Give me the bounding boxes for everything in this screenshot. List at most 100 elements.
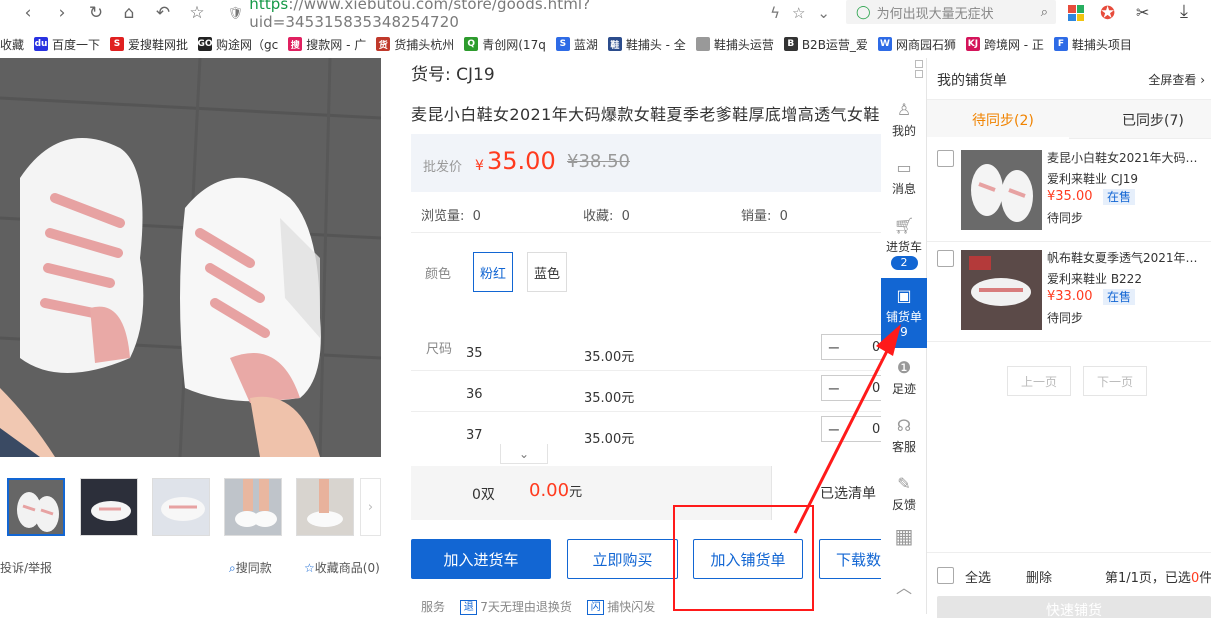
bookmark-item[interactable]: 搜搜款网 - 广	[288, 36, 366, 53]
home-icon[interactable]: ⌂	[116, 0, 142, 26]
tab-pending[interactable]: 待同步(2)	[972, 110, 1034, 130]
bookmark-item[interactable]: B B2B运营_爱	[783, 36, 868, 53]
qrcode-icon[interactable]: ▦	[881, 526, 927, 548]
chevron-down-icon[interactable]: ⌄	[817, 4, 830, 22]
bookmark-item[interactable]: S 爱搜鞋网批	[110, 36, 188, 53]
bookmark-label: B2B运营_爱	[801, 37, 868, 52]
color-option-pink[interactable]: 粉红	[473, 252, 513, 292]
stat-favorites-value: 0	[621, 209, 630, 224]
side-toolbar: ♙ 我的 ▭ 消息 🛒︎ 进货车 2 ▣ 铺货单 9 ❶ 足迹 ☊ 客服 ✎ 反馈 ▦ ︿	[881, 58, 927, 614]
browser-search-box[interactable]: ◯ 为何出现大量无症状 ⌕	[846, 0, 1056, 24]
bookmark-item[interactable]: 货货捕头杭州	[376, 36, 454, 53]
qty-input[interactable]: 0	[846, 416, 886, 442]
address-bar[interactable]: 🛡 https://www.xiebutou.com/store/goods.h…	[220, 0, 830, 31]
item-title[interactable]: 麦昆小白鞋女2021年大码爆款女鞋	[1047, 149, 1202, 166]
thumbnail-1[interactable]	[7, 478, 65, 536]
bookmark-item[interactable]: 收藏	[0, 36, 24, 53]
forward-icon[interactable]: ›	[49, 0, 75, 26]
bookmark-item[interactable]: 鞋鞋捕头 - 全	[607, 36, 686, 53]
delete-button[interactable]: 删除	[1026, 567, 1052, 586]
bookmark-item[interactable]: KJ 跨境网 - 正	[965, 36, 1044, 53]
sidebar-item-label: 客服	[891, 440, 916, 454]
sidebar-item-mine[interactable]: ♙ 我的	[881, 100, 927, 139]
tab-synced[interactable]: 已同步(7)	[1122, 110, 1184, 130]
qty-input[interactable]: 0	[846, 334, 886, 360]
prev-page-button[interactable]: 上一页	[1007, 366, 1071, 396]
search-similar-icon: ⌕	[229, 561, 236, 575]
price-label: 批发价	[423, 160, 463, 175]
scroll-top-icon[interactable]: ︿	[881, 578, 927, 600]
qty-minus-button[interactable]: −	[821, 416, 847, 442]
stat-views-label: 浏览量:	[421, 209, 465, 224]
fullscreen-view-link[interactable]: 全屏查看 ›	[1148, 71, 1205, 88]
bookmark-item[interactable]: W 网商园石狮	[877, 36, 956, 53]
cart-badge: 2	[890, 256, 918, 270]
apps-icon[interactable]	[1068, 5, 1084, 21]
report-link[interactable]: 投诉/举报	[0, 559, 52, 576]
undo-icon[interactable]: ↶	[150, 0, 176, 26]
download-icon[interactable]: ⤓	[1180, 1, 1188, 22]
bookmark-item[interactable]: 鞋捕头运营	[695, 36, 774, 53]
bookmark-item[interactable]: du 百度一下	[34, 36, 100, 53]
size-label: 尺码	[426, 342, 453, 357]
next-page-button[interactable]: 下一页	[1083, 366, 1147, 396]
bookmark-label: 鞋捕头运营	[713, 37, 774, 52]
bookmark-icon: 货	[376, 37, 391, 51]
select-all-checkbox[interactable]	[937, 567, 954, 584]
qty-minus-button[interactable]: −	[821, 334, 847, 360]
list-item: 麦昆小白鞋女2021年大码爆款女鞋 爱利来鞋业 CJ19 ¥35.00 在售 待…	[927, 142, 1211, 242]
item-title[interactable]: 帆布鞋女夏季透气2021年新款	[1047, 249, 1202, 266]
sidebar-item-footprint[interactable]: ❶ 足迹	[881, 358, 927, 397]
item-image[interactable]	[961, 150, 1042, 230]
thumbnail-2[interactable]	[80, 478, 138, 536]
reload-icon[interactable]: ↻	[83, 0, 109, 26]
favorite-star-icon[interactable]: ☆	[792, 4, 805, 22]
bookmark-item[interactable]: S 蓝湖	[555, 36, 598, 53]
price-box: 批发价 ¥ 35.00 ¥38.50	[411, 134, 881, 192]
url-text: https://www.xiebutou.com/store/goods.htm…	[249, 0, 758, 31]
sidebar-item-service[interactable]: ☊ 客服	[881, 416, 927, 455]
sidebar-item-messages[interactable]: ▭ 消息	[881, 158, 927, 197]
gamepad-icon[interactable]: ✪	[1100, 3, 1115, 24]
color-option-blue[interactable]: 蓝色	[527, 252, 567, 292]
select-all-label[interactable]: 全选	[965, 567, 991, 586]
bookmark-label: 鞋捕头项目	[1071, 37, 1132, 52]
scissors-icon[interactable]: ✂	[1136, 3, 1149, 22]
thumbnail-next-icon[interactable]: ›	[360, 478, 381, 536]
bookmark-item[interactable]: GO 购途网（gc	[198, 36, 278, 53]
bookmark-label: 收藏	[0, 37, 25, 52]
bookmark-item[interactable]: Q 青创网(17q	[464, 36, 546, 53]
thumbnail-strip: ›	[0, 478, 381, 538]
thumbnail-4[interactable]	[224, 478, 282, 536]
cart-icon: 🛒︎	[893, 216, 915, 235]
item-checkbox[interactable]	[937, 250, 954, 267]
sidebar-item-distribution[interactable]: ▣ 铺货单 9	[881, 278, 927, 348]
item-image[interactable]	[961, 250, 1042, 330]
panel-title: 我的铺货单	[937, 73, 1007, 89]
summary-amount-unit: 元	[569, 485, 583, 500]
search-icon[interactable]: ⌕	[1041, 5, 1048, 20]
search-similar-link[interactable]: ⌕搜同款	[229, 559, 272, 576]
lightning-icon[interactable]: ϟ	[770, 4, 780, 22]
search-similar-label: 搜同款	[235, 561, 272, 575]
sidebar-item-feedback[interactable]: ✎ 反馈	[881, 474, 927, 513]
main-product-image[interactable]	[0, 58, 381, 457]
favorite-link[interactable]: ☆收藏商品(0)	[304, 559, 380, 576]
thumbnail-5[interactable]	[296, 478, 354, 536]
star-icon[interactable]: ☆	[184, 0, 210, 26]
sidebar-item-label: 足迹	[891, 382, 916, 396]
qty-minus-button[interactable]: −	[821, 375, 847, 401]
expand-sizes-button[interactable]: ⌄	[500, 444, 548, 464]
qty-input[interactable]: 0	[846, 375, 886, 401]
thumbnail-3[interactable]	[152, 478, 210, 536]
original-price: ¥38.50	[567, 151, 630, 172]
add-to-cart-button[interactable]: 加入进货车	[411, 539, 551, 579]
sidebar-item-cart[interactable]: 🛒︎ 进货车 2	[881, 216, 927, 270]
bookmark-item[interactable]: F 鞋捕头项目	[1053, 36, 1132, 53]
color-label: 颜色	[425, 267, 452, 282]
item-checkbox[interactable]	[937, 150, 954, 167]
quick-distribute-button[interactable]: 快速铺货	[937, 596, 1211, 619]
back-icon[interactable]: ‹	[15, 0, 41, 26]
buy-now-button[interactable]: 立即购买	[567, 539, 678, 579]
bookmark-icon: GO	[197, 37, 213, 51]
